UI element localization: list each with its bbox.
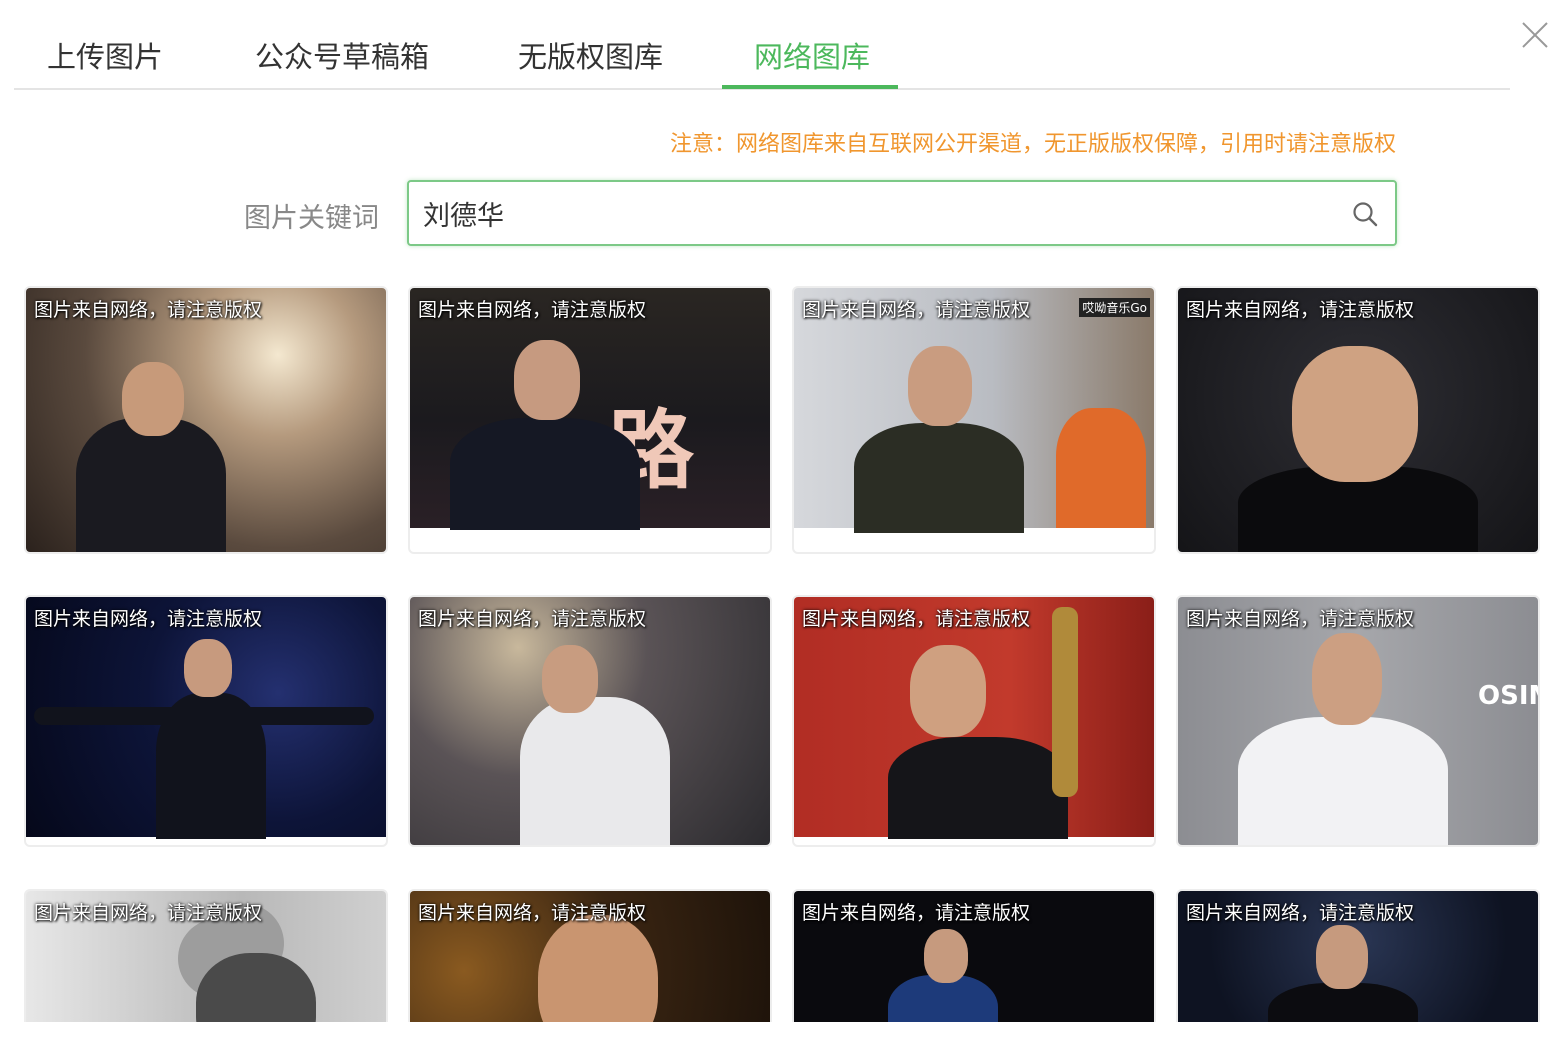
search-icon[interactable] bbox=[1351, 200, 1379, 228]
tab-bar: 上传图片 公众号草稿箱 无版权图库 网络图库 bbox=[14, 0, 1510, 90]
image-card[interactable]: 图片来自网络，请注意版权 bbox=[24, 889, 388, 1022]
tab-web-library[interactable]: 网络图库 bbox=[754, 34, 870, 90]
image-caption: 图片来自网络，请注意版权 bbox=[34, 608, 263, 630]
search-box bbox=[407, 180, 1397, 246]
image-caption: 图片来自网络，请注意版权 bbox=[1186, 902, 1415, 924]
image-caption: 图片来自网络，请注意版权 bbox=[802, 299, 1031, 321]
close-icon[interactable] bbox=[1518, 18, 1552, 52]
thumbnail bbox=[1178, 288, 1538, 552]
image-card[interactable]: 图片来自网络，请注意版权 bbox=[1176, 889, 1540, 1022]
image-card[interactable]: OSIM* 图片来自网络，请注意版权 bbox=[1176, 595, 1540, 847]
tab-free-library[interactable]: 无版权图库 bbox=[518, 34, 663, 90]
image-caption: 图片来自网络，请注意版权 bbox=[1186, 608, 1415, 630]
image-caption: 图片来自网络，请注意版权 bbox=[418, 902, 647, 924]
search-label: 图片关键词 bbox=[244, 203, 379, 234]
background-logo-text: OSIM* bbox=[1478, 681, 1538, 711]
image-card[interactable]: 图片来自网络，请注意版权 bbox=[408, 889, 772, 1022]
thumbnail: 路 bbox=[410, 288, 770, 530]
active-tab-indicator bbox=[722, 85, 898, 89]
image-caption: 图片来自网络，请注意版权 bbox=[802, 902, 1031, 924]
image-caption: 图片来自网络，请注意版权 bbox=[1186, 299, 1415, 321]
thumbnail bbox=[26, 288, 386, 552]
image-card[interactable]: 图片来自网络，请注意版权 bbox=[792, 889, 1156, 1022]
image-grid: 图片来自网络，请注意版权 路 图片来自网络，请注意版权 哎呦音乐Go 图片来自网… bbox=[24, 286, 1544, 1022]
image-caption: 图片来自网络，请注意版权 bbox=[34, 299, 263, 321]
copyright-notice: 注意：网络图库来自互联网公开渠道，无正版版权保障，引用时请注意版权 bbox=[669, 132, 1396, 157]
image-card[interactable]: 哎呦音乐Go 图片来自网络，请注意版权 bbox=[792, 286, 1156, 554]
thumbnail bbox=[410, 597, 770, 845]
image-card[interactable]: 图片来自网络，请注意版权 bbox=[24, 286, 388, 554]
thumbnail: 哎呦音乐Go bbox=[794, 288, 1154, 533]
image-caption: 图片来自网络，请注意版权 bbox=[34, 902, 263, 924]
image-card[interactable]: 路 图片来自网络，请注意版权 bbox=[408, 286, 772, 554]
image-card[interactable]: 图片来自网络，请注意版权 bbox=[24, 595, 388, 847]
image-caption: 图片来自网络，请注意版权 bbox=[418, 608, 647, 630]
watermark: 哎呦音乐Go bbox=[1079, 298, 1150, 317]
tab-drafts[interactable]: 公众号草稿箱 bbox=[255, 34, 429, 90]
image-card[interactable]: 图片来自网络，请注意版权 bbox=[408, 595, 772, 847]
tab-upload-images[interactable]: 上传图片 bbox=[47, 34, 163, 90]
thumbnail bbox=[26, 597, 386, 839]
search-input[interactable] bbox=[423, 190, 1323, 236]
image-caption: 图片来自网络，请注意版权 bbox=[418, 299, 647, 321]
thumbnail: OSIM* bbox=[1178, 597, 1538, 845]
image-card[interactable]: 图片来自网络，请注意版权 bbox=[792, 595, 1156, 847]
image-card[interactable]: 图片来自网络，请注意版权 bbox=[1176, 286, 1540, 554]
thumbnail bbox=[794, 597, 1154, 839]
image-caption: 图片来自网络，请注意版权 bbox=[802, 608, 1031, 630]
